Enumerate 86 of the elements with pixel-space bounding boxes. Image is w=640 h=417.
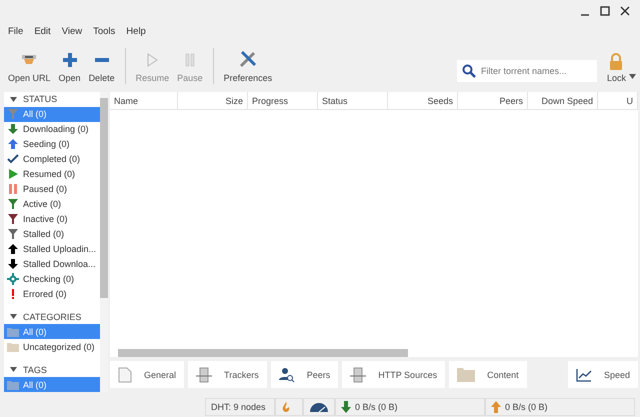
menu-item[interactable]: View — [62, 26, 82, 38]
filter-item[interactable]: All (0) — [4, 377, 100, 392]
caret-icon — [629, 74, 636, 79]
section-title: CATEGORIES — [23, 312, 82, 322]
speed-tab[interactable]: Speed — [568, 361, 638, 388]
filter-item[interactable]: Checking (0) — [4, 272, 100, 287]
filter-item[interactable]: Stalled (0) — [4, 226, 100, 242]
menu-item[interactable]: File — [8, 26, 24, 38]
section-header[interactable]: TAGS — [4, 362, 100, 378]
close-icon[interactable] — [620, 6, 630, 16]
checkmark-icon — [7, 153, 19, 166]
filter-item[interactable]: Resumed (0) — [4, 166, 100, 182]
menu-item[interactable]: Help — [126, 26, 146, 38]
column-header[interactable]: U — [598, 92, 638, 109]
line-chart-icon — [576, 368, 592, 382]
filter-item[interactable]: Completed (0) — [4, 152, 100, 167]
pause-icon — [7, 183, 19, 196]
detail-tab[interactable]: Peers — [270, 361, 338, 388]
down-arrow-icon — [341, 401, 351, 413]
up-arrow-icon — [491, 401, 501, 413]
caret-icon — [10, 367, 17, 372]
search-field[interactable]: Filter torrent names... — [456, 60, 597, 82]
toolbar-button[interactable]: Preferences — [220, 50, 276, 88]
column-header[interactable]: Name — [110, 92, 178, 109]
filter-item[interactable]: Stalled Uploadin... — [4, 242, 100, 257]
section-header[interactable]: STATUS — [4, 92, 100, 107]
column-header[interactable]: Peers — [458, 92, 528, 109]
detail-tab[interactable]: HTTP Sources — [342, 361, 446, 388]
up-arrow-icon — [7, 243, 19, 256]
folder-icon — [7, 378, 19, 391]
caret-icon — [10, 96, 17, 102]
lock-button[interactable]: Lock — [596, 53, 636, 88]
column-header[interactable]: Down Speed — [528, 92, 598, 109]
menu-item[interactable]: Tools — [93, 26, 116, 38]
column-header[interactable]: Progress — [248, 92, 318, 109]
document-icon — [118, 366, 132, 382]
folder-icon — [457, 366, 476, 382]
filter-item[interactable]: Seeding (0) — [4, 136, 100, 152]
up-arrow-icon — [7, 138, 19, 150]
column-header[interactable]: Size — [178, 92, 248, 109]
detail-tab[interactable]: General — [110, 361, 184, 388]
download-speed: 0 B/s (0 B) — [335, 398, 485, 416]
scrollbar-thumb[interactable] — [100, 98, 108, 298]
toolbar-button[interactable]: Open — [54, 52, 85, 88]
menu-item[interactable]: Edit — [34, 26, 51, 38]
scrollbar-thumb[interactable] — [118, 348, 408, 356]
toolbar-button[interactable]: Open URL — [4, 52, 55, 88]
section-header[interactable]: CATEGORIES — [4, 310, 100, 324]
person-search-icon — [278, 366, 295, 382]
filter-item[interactable]: All (0) — [4, 324, 100, 340]
filter-item[interactable]: Uncategorized (0) — [4, 339, 100, 354]
detail-tab[interactable]: Content — [449, 361, 527, 388]
filter-item[interactable]: Inactive (0) — [4, 212, 100, 227]
padlock-icon — [609, 53, 624, 70]
upload-speed: 0 B/s (0 B) — [485, 398, 635, 416]
section-title: STATUS — [23, 94, 58, 104]
filter-item[interactable]: Downloading (0) — [4, 122, 100, 137]
section-title: TAGS — [23, 364, 47, 375]
server-icon — [196, 366, 212, 382]
detail-tab[interactable]: Trackers — [188, 361, 267, 388]
caret-icon — [10, 314, 17, 320]
tools-icon — [238, 50, 257, 68]
play-icon — [7, 168, 19, 180]
filter-item[interactable]: Paused (0) — [4, 182, 100, 197]
search-icon — [462, 64, 476, 78]
toolbar-button[interactable]: Delete — [84, 52, 119, 88]
column-header[interactable]: Seeds — [388, 92, 458, 109]
funnel-icon — [7, 198, 19, 210]
filter-item[interactable]: Stalled Downloa... — [4, 256, 100, 272]
filter-item[interactable]: Errored (0) — [4, 286, 100, 302]
speedometer-icon — [309, 402, 329, 412]
dht-status: DHT: 9 nodes — [205, 398, 275, 416]
flame-icon — [281, 401, 291, 413]
server-icon — [350, 366, 366, 382]
down-arrow-icon — [7, 123, 19, 136]
plus-icon — [62, 52, 78, 68]
funnel-icon — [7, 228, 19, 240]
folder-icon — [7, 340, 19, 353]
column-header[interactable]: Status — [318, 92, 388, 109]
filter-item[interactable]: Active (0) — [4, 196, 100, 212]
maximize-icon[interactable] — [600, 6, 610, 16]
folder-icon — [7, 326, 19, 338]
funnel-icon — [7, 108, 19, 120]
filter-item[interactable]: All (0) — [4, 106, 100, 122]
down-arrow-icon — [7, 258, 19, 270]
funnel-icon — [7, 213, 19, 226]
